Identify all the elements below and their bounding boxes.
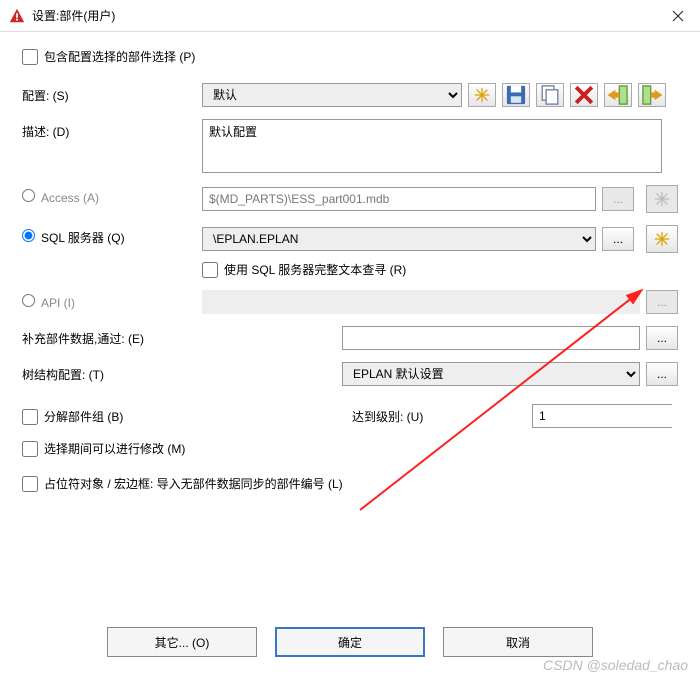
sql-server-select[interactable]: \EPLAN.EPLAN [202,227,596,251]
decompose-label: 分解部件组 (B) [44,408,123,425]
other-button[interactable]: 其它... (O) [107,627,257,657]
export-config-button[interactable] [638,83,666,107]
close-button[interactable] [656,0,700,32]
api-radio[interactable] [22,294,35,307]
api-radio-wrap[interactable]: API (I) [22,296,75,310]
watermark: CSDN @soledad_chao [543,657,688,673]
include-config-selection-label: 包含配置选择的部件选择 (P) [44,48,195,65]
dialog-buttons: 其它... (O) 确定 取消 [0,627,700,657]
placeholder-checkbox[interactable] [22,476,38,492]
include-config-selection-check[interactable]: 包含配置选择的部件选择 (P) [22,48,678,65]
sql-new-button[interactable] [646,225,678,253]
decompose-level-row: 分解部件组 (B) 达到级别: (U) ▲ ▼ [22,404,678,428]
decompose-check[interactable]: 分解部件组 (B) [22,408,352,425]
app-icon [8,7,26,25]
tree-browse-button[interactable]: ... [646,362,678,386]
access-radio[interactable] [22,189,35,202]
cancel-button[interactable]: 取消 [443,627,593,657]
sql-label: SQL 服务器 (Q) [41,231,125,245]
copy-config-button[interactable] [536,83,564,107]
access-new-button [646,185,678,213]
sql-radio[interactable] [22,229,35,242]
sql-radio-wrap[interactable]: SQL 服务器 (Q) [22,231,125,245]
placeholder-check[interactable]: 占位符对象 / 宏边框: 导入无部件数据同步的部件编号 (L) [22,475,678,492]
config-row: 配置: (S) 默认 [22,83,678,107]
api-row: API (I) ... [22,290,678,314]
dialog-content: 包含配置选择的部件选择 (P) 配置: (S) 默认 [0,32,700,526]
titlebar: 设置:部件(用户) [0,0,700,32]
api-field [202,290,640,314]
save-config-button[interactable] [502,83,530,107]
modify-during-check[interactable]: 选择期间可以进行修改 (M) [22,440,678,457]
desc-label: 描述: (D) [22,119,202,140]
level-input[interactable] [533,405,700,427]
tree-label: 树结构配置: (T) [22,362,202,383]
sql-fulltext-check[interactable]: 使用 SQL 服务器完整文本查寻 (R) [202,261,406,278]
supplement-label: 补充部件数据,通过: (E) [22,326,202,347]
config-label: 配置: (S) [22,83,202,104]
new-config-button[interactable] [468,83,496,107]
access-radio-wrap[interactable]: Access (A) [22,191,99,205]
import-config-button[interactable] [604,83,632,107]
desc-row: 描述: (D) 默认配置 [22,119,678,173]
placeholder-label: 占位符对象 / 宏边框: 导入无部件数据同步的部件编号 (L) [44,475,343,492]
sql-fulltext-checkbox[interactable] [202,262,218,278]
supplement-browse-button[interactable]: ... [646,326,678,350]
tree-row: 树结构配置: (T) EPLAN 默认设置 ... [22,362,678,386]
api-browse-button: ... [646,290,678,314]
ok-button[interactable]: 确定 [275,627,425,657]
delete-config-button[interactable] [570,83,598,107]
sql-fulltext-label: 使用 SQL 服务器完整文本查寻 (R) [224,261,406,278]
config-select[interactable]: 默认 [202,83,462,107]
level-input-wrap: ▲ ▼ [532,404,672,428]
tree-select[interactable]: EPLAN 默认设置 [342,362,640,386]
access-label: Access (A) [41,191,99,205]
modify-during-label: 选择期间可以进行修改 (M) [44,440,185,457]
level-label: 达到级别: (U) [352,408,423,425]
supplement-row: 补充部件数据,通过: (E) ... [22,326,678,350]
decompose-checkbox[interactable] [22,409,38,425]
access-path-input [202,187,596,211]
desc-textarea[interactable]: 默认配置 [202,119,662,173]
include-config-selection-checkbox[interactable] [22,49,38,65]
modify-during-checkbox[interactable] [22,441,38,457]
sql-fulltext-row: 使用 SQL 服务器完整文本查寻 (R) [22,261,678,278]
access-row: Access (A) ... [22,185,678,213]
supplement-field[interactable] [342,326,640,350]
sql-row: SQL 服务器 (Q) \EPLAN.EPLAN ... [22,225,678,253]
window-title: 设置:部件(用户) [32,7,656,24]
access-browse-button: ... [602,187,634,211]
sql-browse-button[interactable]: ... [602,227,634,251]
api-label: API (I) [41,296,75,310]
